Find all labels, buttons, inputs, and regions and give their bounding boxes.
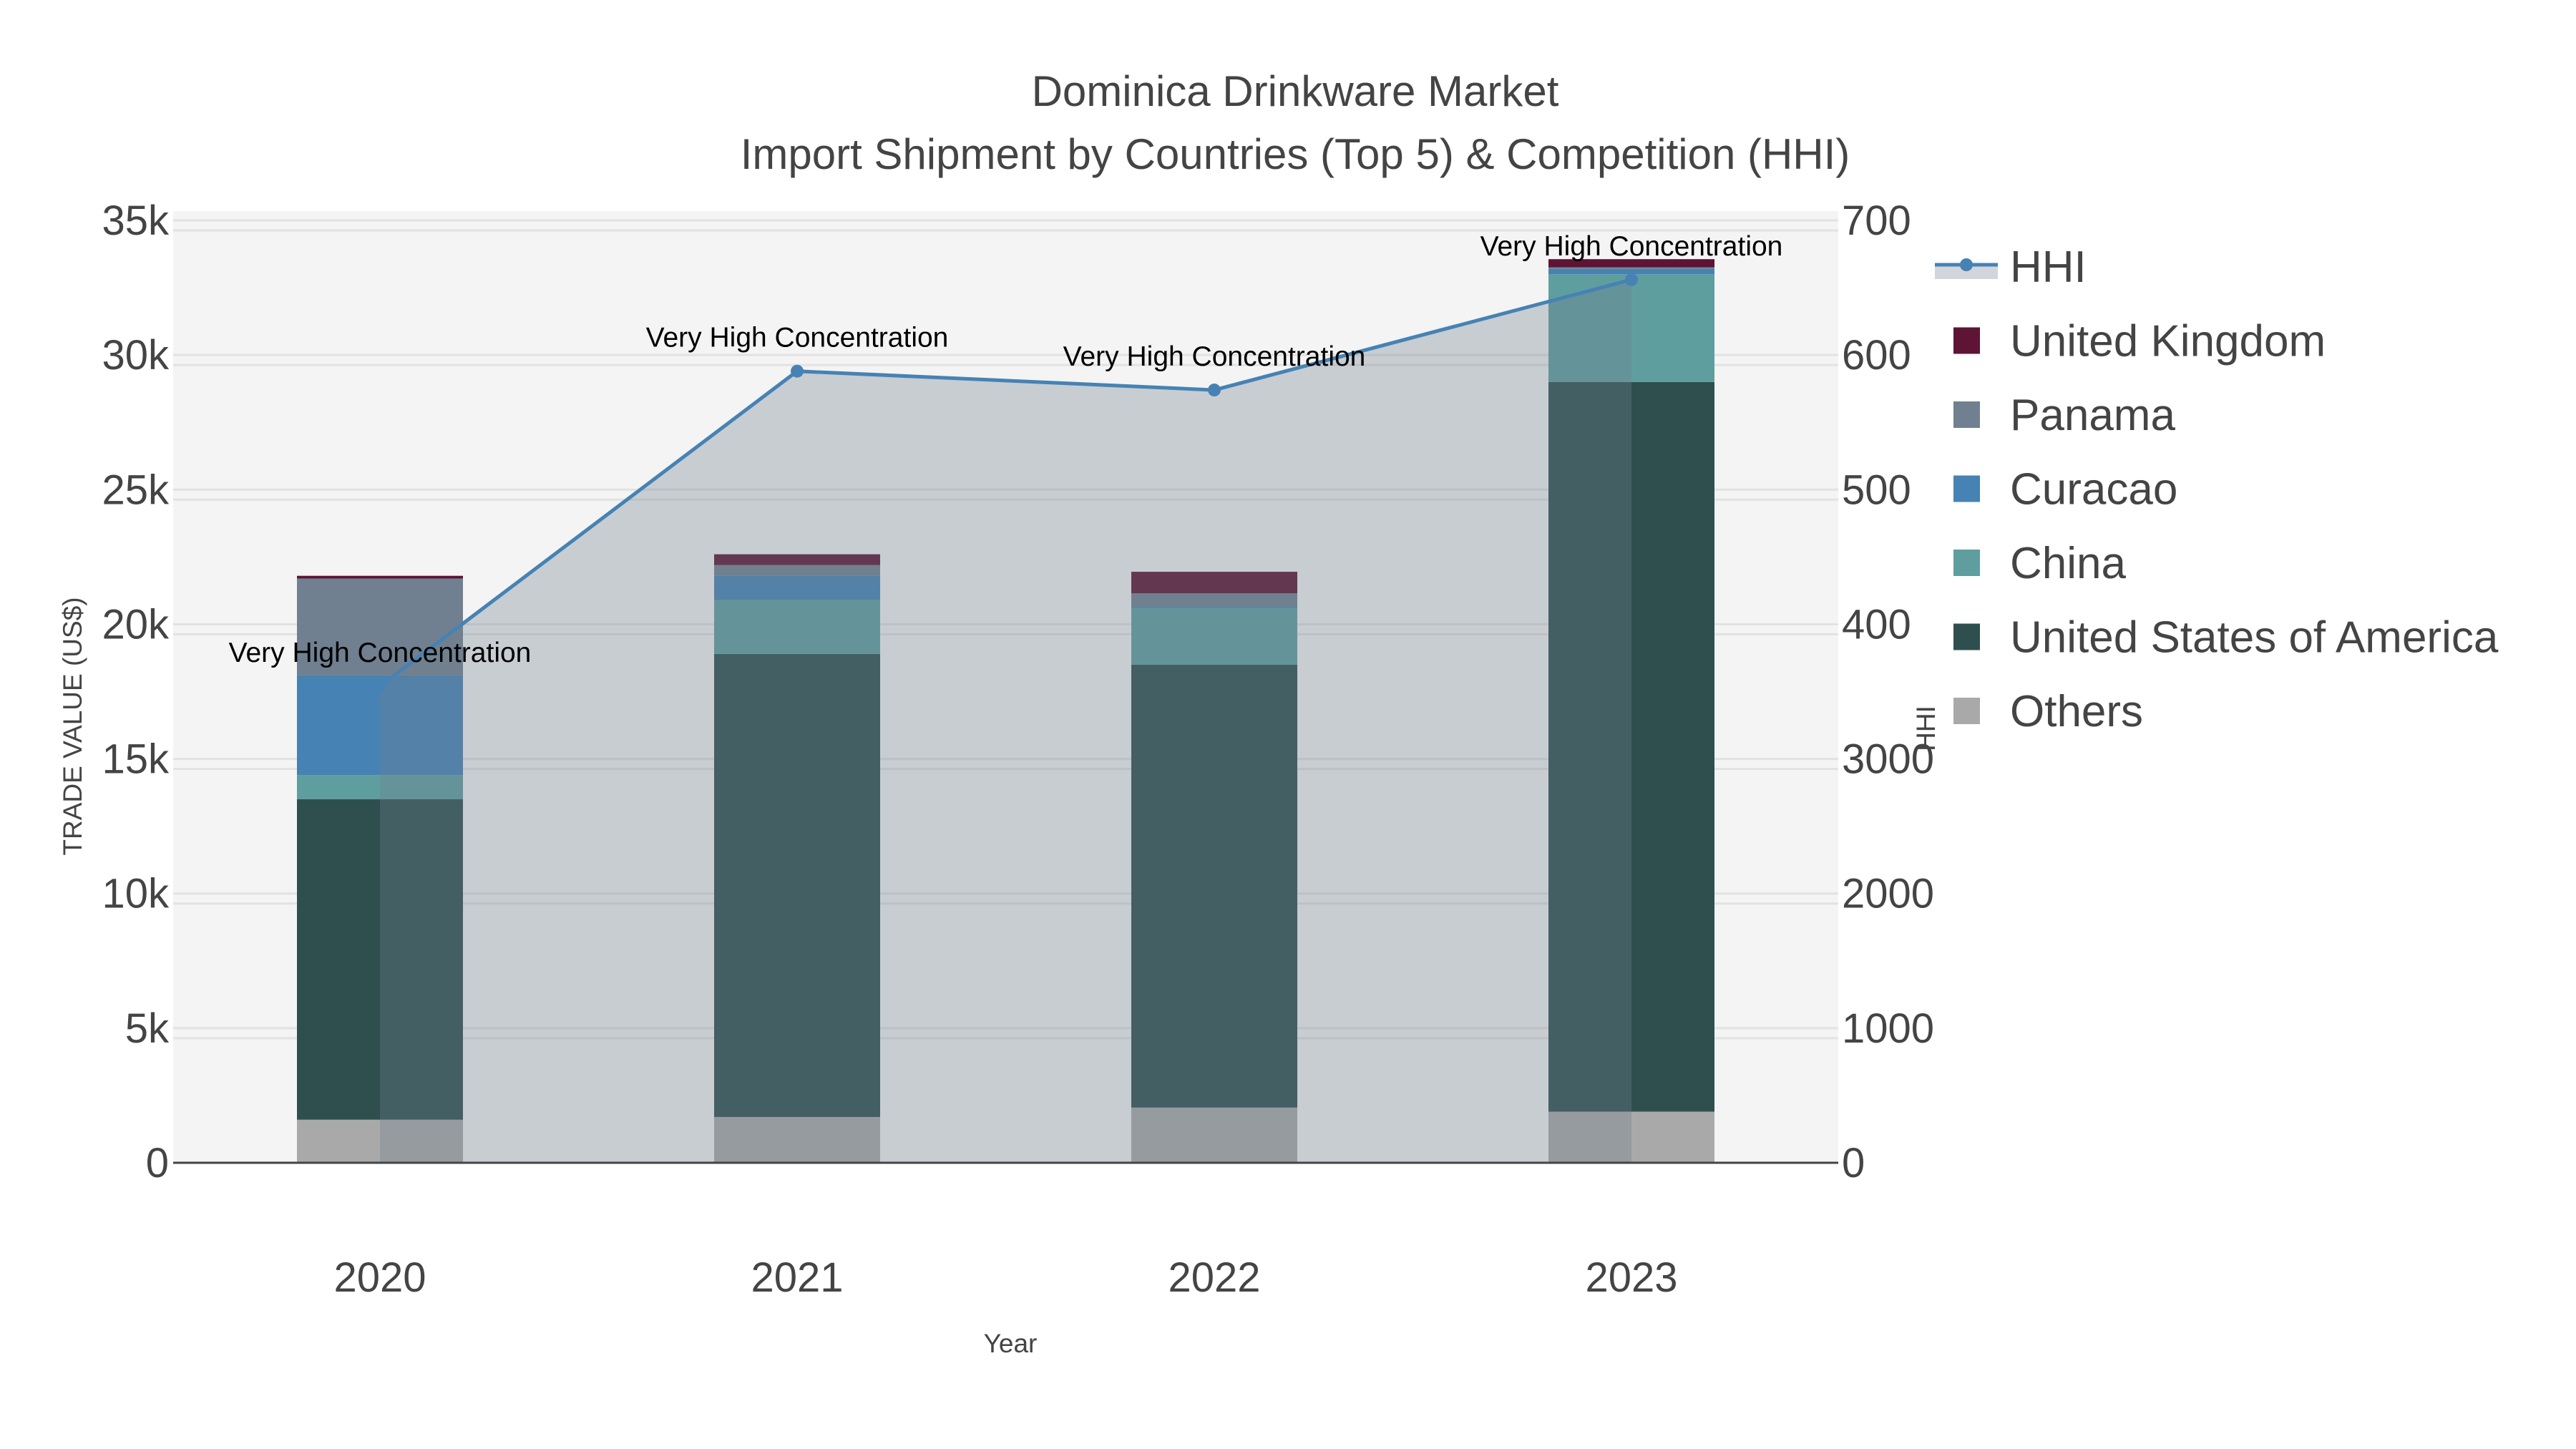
- hhi-point-2023[interactable]: [1625, 273, 1638, 286]
- y2-axis-ticks: 0100020003000400500600700: [1842, 197, 1934, 1186]
- legend-label: HHI: [2010, 243, 2087, 292]
- legend-swatch-icon: [1953, 475, 1980, 502]
- legend-swatch-icon: [1953, 698, 1980, 724]
- legend-swatch-icon: [1953, 550, 1980, 576]
- y-tick-label: 5k: [125, 1005, 170, 1052]
- y2-tick-label: 400: [1842, 601, 1911, 648]
- y-tick-label: 25k: [102, 467, 170, 513]
- legend-label: Curacao: [2010, 465, 2177, 514]
- legend-label: Panama: [2010, 391, 2175, 440]
- y2-axis-title: HHI: [1911, 706, 1941, 751]
- hhi-point-2022[interactable]: [1208, 384, 1221, 397]
- y-tick-label: 20k: [102, 601, 170, 648]
- x-axis-ticks: 2020 2021 2022 2023: [333, 1254, 1677, 1301]
- hhi-annotation: Very High Concentration: [1063, 341, 1366, 372]
- legend-label: Others: [2010, 687, 2143, 736]
- x-tick-label: 2023: [1585, 1254, 1677, 1301]
- chart-title: Dominica Drinkware Market: [1032, 67, 1559, 115]
- legend-swatch-icon: [1953, 401, 1980, 428]
- chart: 05k10k15k20k25k30k35k 010002000300040050…: [58, 67, 2499, 1358]
- legend: HHI United Kingdom Panama Curacao China Unite…: [1935, 243, 2499, 736]
- x-axis-title: Year: [984, 1329, 1038, 1358]
- y2-tick-label: 700: [1842, 197, 1911, 244]
- y-tick-label: 10k: [102, 871, 170, 917]
- legend-label: United Kingdom: [2010, 317, 2326, 366]
- hhi-point-2021[interactable]: [791, 364, 804, 378]
- legend-label: China: [2010, 539, 2127, 588]
- hhi-point-2020[interactable]: [374, 679, 386, 693]
- chart-subtitle: Import Shipment by Countries (Top 5) & C…: [741, 130, 1850, 178]
- hhi-annotation: Very High Concentration: [646, 323, 949, 353]
- legend-item-curacao[interactable]: Curacao: [1953, 465, 2177, 514]
- legend-swatch-icon: [1953, 623, 1980, 650]
- legend-swatch-icon: [1953, 327, 1980, 354]
- y-axis-ticks: 0 5k 10k 15k 20k 25k 30k 35k: [102, 197, 170, 1186]
- legend-item-hhi[interactable]: HHI: [1935, 243, 2087, 292]
- hhi-annotation: Very High Concentration: [1480, 231, 1783, 262]
- y2-tick-label: 500: [1842, 467, 1911, 513]
- y-tick-label: 0: [146, 1140, 169, 1186]
- y-tick-label: 35k: [102, 197, 170, 244]
- bar-united-kingdom-2020[interactable]: [297, 575, 463, 579]
- legend-label: United States of America: [2010, 613, 2499, 663]
- legend-item-china[interactable]: China: [1953, 539, 2127, 588]
- y-axis-title: TRADE VALUE (US$): [58, 597, 87, 855]
- x-tick-label: 2020: [333, 1254, 426, 1301]
- legend-marker-icon: [1960, 258, 1973, 271]
- y-tick-label: 15k: [102, 736, 170, 783]
- hhi-annotation: Very High Concentration: [229, 638, 532, 668]
- x-tick-label: 2022: [1168, 1254, 1260, 1301]
- y-tick-label: 30k: [102, 332, 170, 379]
- y2-tick-label: 600: [1842, 332, 1911, 379]
- legend-item-united-kingdom[interactable]: United Kingdom: [1953, 317, 2326, 366]
- legend-item-united-states-of-america[interactable]: United States of America: [1953, 613, 2499, 663]
- y2-tick-label: 2000: [1842, 871, 1934, 917]
- legend-item-panama[interactable]: Panama: [1953, 391, 2175, 440]
- bar-panama-2023[interactable]: [1548, 267, 1714, 269]
- y2-tick-label: 0: [1842, 1140, 1865, 1186]
- x-tick-label: 2021: [751, 1254, 843, 1301]
- y2-tick-label: 1000: [1842, 1005, 1934, 1052]
- legend-item-others[interactable]: Others: [1953, 687, 2143, 736]
